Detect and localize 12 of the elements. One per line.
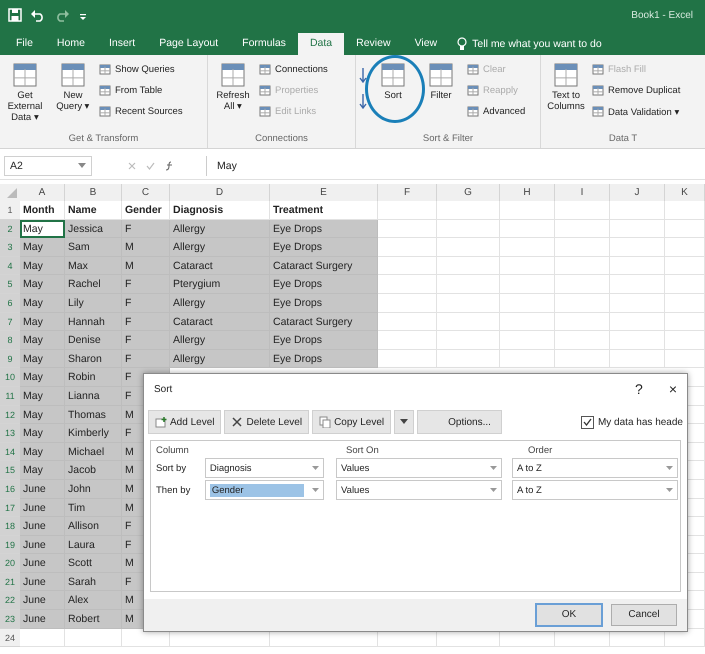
level-label: Sort by [155, 462, 188, 474]
group-label: Data T [608, 132, 638, 146]
group-label: Connections [254, 132, 309, 146]
dialog-title: Sort [154, 384, 172, 394]
group-label: Get & Transform [68, 132, 140, 146]
checkbox-label: My data has heade [598, 416, 683, 428]
column-label: Sort On [346, 445, 380, 456]
level-label: Then by [155, 484, 192, 496]
window-title: Book1 - Excel [631, 10, 693, 20]
group-label: Sort & Filter [422, 132, 474, 146]
column-label: Column [155, 445, 190, 456]
column-label: Order [528, 445, 552, 456]
